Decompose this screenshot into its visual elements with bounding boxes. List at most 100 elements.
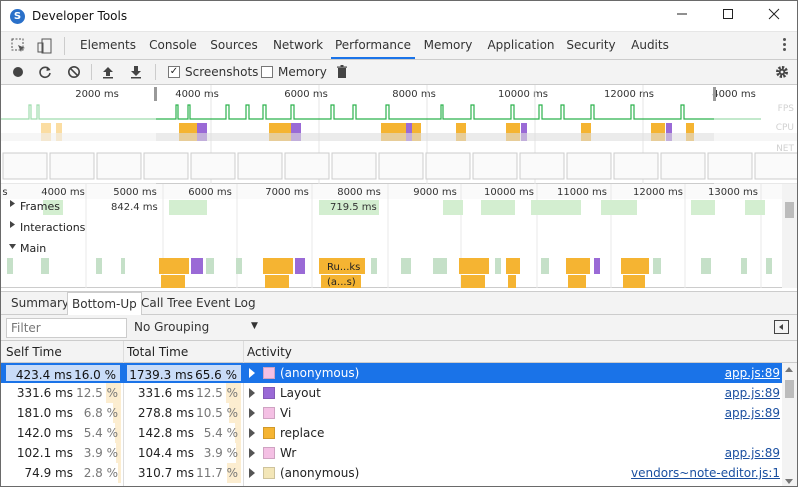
overview-time-label: 4000 ms — [712, 89, 756, 100]
record-icon[interactable] — [10, 64, 26, 80]
source-link[interactable]: vendors~note-editor.js:1 — [631, 466, 780, 480]
garbage-collect-icon[interactable] — [334, 64, 350, 80]
expand-icon[interactable] — [249, 388, 255, 398]
table-row[interactable]: 181.0 ms 6.8 % 278.8 ms 10.5 % Vi app.js:89 — [1, 403, 782, 423]
performance-toolbar: ✓ Screenshots Memory — [1, 60, 797, 85]
screenshot-thumbnail — [707, 152, 753, 180]
source-link[interactable]: app.js:89 — [725, 386, 780, 400]
table-header: Self Time Total Time Activity — [1, 341, 797, 363]
overview-graph[interactable]: 2000 ms 4000 ms 6000 ms 8000 ms 10000 ms 1200… — [1, 85, 797, 184]
upload-icon[interactable] — [100, 64, 116, 80]
tab-elements[interactable]: Elements — [75, 32, 141, 59]
flame-chart[interactable]: s 4000 ms 5000 ms 6000 ms 7000 ms 8000 ms 9000… — [1, 184, 797, 288]
total-time-percent: 5.4 % — [203, 426, 238, 440]
grouping-select[interactable]: No Grouping — [134, 320, 209, 334]
track-label[interactable]: Frames — [20, 200, 60, 213]
tab-memory[interactable]: Memory — [417, 32, 479, 59]
frame-block — [691, 200, 715, 215]
selection-handle-left[interactable] — [154, 87, 157, 101]
track-collapsed-icon[interactable] — [10, 221, 15, 228]
screenshot-thumbnail — [754, 152, 797, 180]
toggle-sidebar-icon[interactable] — [774, 320, 789, 334]
self-time-value: 331.6 ms — [16, 386, 73, 400]
table-row[interactable]: 331.6 ms 12.5 % 331.6 ms 12.5 % Layout app.js… — [1, 383, 782, 403]
tab-console[interactable]: Console — [143, 32, 203, 59]
tab-audits[interactable]: Audits — [623, 32, 677, 59]
table-row[interactable]: 423.4 ms 16.0 % 1739.3 ms 65.6 % (anonymous)… — [1, 363, 782, 383]
self-time-percent: 12.5 % — [76, 386, 118, 400]
screenshots-checkbox[interactable]: ✓ — [168, 66, 180, 78]
download-icon[interactable] — [128, 64, 144, 80]
activity-name: replace — [280, 426, 325, 440]
self-time-header[interactable]: Self Time — [6, 345, 62, 359]
screenshot-thumbnail — [143, 152, 189, 180]
inspect-element-icon[interactable] — [10, 37, 28, 55]
clear-icon[interactable] — [66, 64, 82, 80]
source-link[interactable]: app.js:89 — [725, 366, 780, 380]
tab-application[interactable]: Application — [481, 32, 561, 59]
memory-checkbox[interactable] — [261, 66, 273, 78]
scroll-down-icon[interactable] — [785, 479, 793, 484]
frame-block — [169, 200, 207, 215]
track-label[interactable]: Main — [20, 242, 46, 255]
expand-icon[interactable] — [249, 428, 255, 438]
timeline-overview[interactable]: 2000 ms 4000 ms 6000 ms 8000 ms 10000 ms 1200… — [1, 85, 797, 184]
source-link[interactable]: app.js:89 — [725, 406, 780, 420]
tab-network[interactable]: Network — [266, 32, 330, 59]
settings-icon[interactable] — [774, 64, 790, 80]
main-task-block — [495, 258, 501, 274]
toolbar-divider — [155, 64, 156, 80]
expand-icon[interactable] — [249, 408, 255, 418]
source-link[interactable]: app.js:89 — [725, 446, 780, 460]
total-time-header[interactable]: Total Time — [127, 345, 188, 359]
reload-icon[interactable] — [37, 64, 53, 80]
main-task-block — [401, 258, 411, 274]
track-expanded-icon[interactable] — [9, 244, 16, 249]
details-tabs: Summary Bottom-Up Call Tree Event Log — [1, 291, 797, 316]
total-time-value: 310.7 ms — [137, 466, 194, 480]
main-task-block — [741, 258, 747, 274]
ruler-label: 11000 ms — [557, 187, 607, 198]
expand-icon[interactable] — [249, 448, 255, 458]
tab-summary[interactable]: Summary — [7, 292, 73, 315]
category-swatch — [263, 447, 275, 459]
screenshot-thumbnail — [237, 152, 283, 180]
tab-event-log[interactable]: Event Log — [192, 292, 260, 315]
selection-handle-right[interactable] — [713, 87, 716, 101]
expand-icon[interactable] — [249, 468, 255, 478]
category-swatch — [263, 467, 275, 479]
tab-call-tree[interactable]: Call Tree — [137, 292, 196, 315]
track-label[interactable]: Interactions — [20, 221, 86, 234]
close-icon[interactable] — [751, 1, 797, 32]
tab-security[interactable]: Security — [560, 32, 622, 59]
flame-chart-canvas[interactable]: s 4000 ms 5000 ms 6000 ms 7000 ms 8000 ms 9000… — [1, 184, 797, 288]
tab-performance[interactable]: Performance — [331, 32, 415, 59]
activity-name: (anonymous) — [280, 466, 360, 480]
more-options-icon[interactable] — [781, 38, 787, 54]
minimize-icon[interactable] — [659, 1, 705, 32]
activity-header[interactable]: Activity — [247, 345, 292, 359]
expand-icon[interactable] — [249, 368, 255, 378]
tab-bottom-up[interactable]: Bottom-Up — [67, 292, 142, 316]
table-row[interactable]: 74.9 ms 2.8 % 310.7 ms 11.7 % (anonymous) ven… — [1, 463, 782, 483]
filter-input[interactable] — [6, 318, 127, 338]
screenshot-thumbnail — [472, 152, 518, 180]
maximize-icon[interactable] — [705, 1, 751, 32]
frame-block — [601, 200, 637, 215]
device-toolbar-icon[interactable] — [36, 37, 54, 55]
screenshot-thumbnail — [378, 152, 424, 180]
screenshot-thumbnail — [284, 152, 330, 180]
scroll-up-icon[interactable] — [785, 367, 793, 372]
call-frame-block — [623, 275, 645, 288]
flame-scrollbar[interactable] — [782, 184, 797, 288]
table-scrollbar[interactable] — [782, 363, 797, 486]
flame-scrollbar-thumb[interactable] — [785, 202, 794, 218]
frame-block — [481, 200, 515, 215]
track-collapsed-icon[interactable] — [10, 200, 15, 207]
tab-sources[interactable]: Sources — [205, 32, 263, 59]
table-row[interactable]: 102.1 ms 3.9 % 104.4 ms 3.9 % Wr app.js:89 — [1, 443, 782, 463]
table-row[interactable]: 142.0 ms 5.4 % 142.8 ms 5.4 % replace — [1, 423, 782, 443]
ruler-label: 12000 ms — [633, 187, 683, 198]
scrollbar-thumb[interactable] — [785, 380, 794, 398]
chevron-down-icon[interactable]: ▼ — [251, 321, 258, 331]
